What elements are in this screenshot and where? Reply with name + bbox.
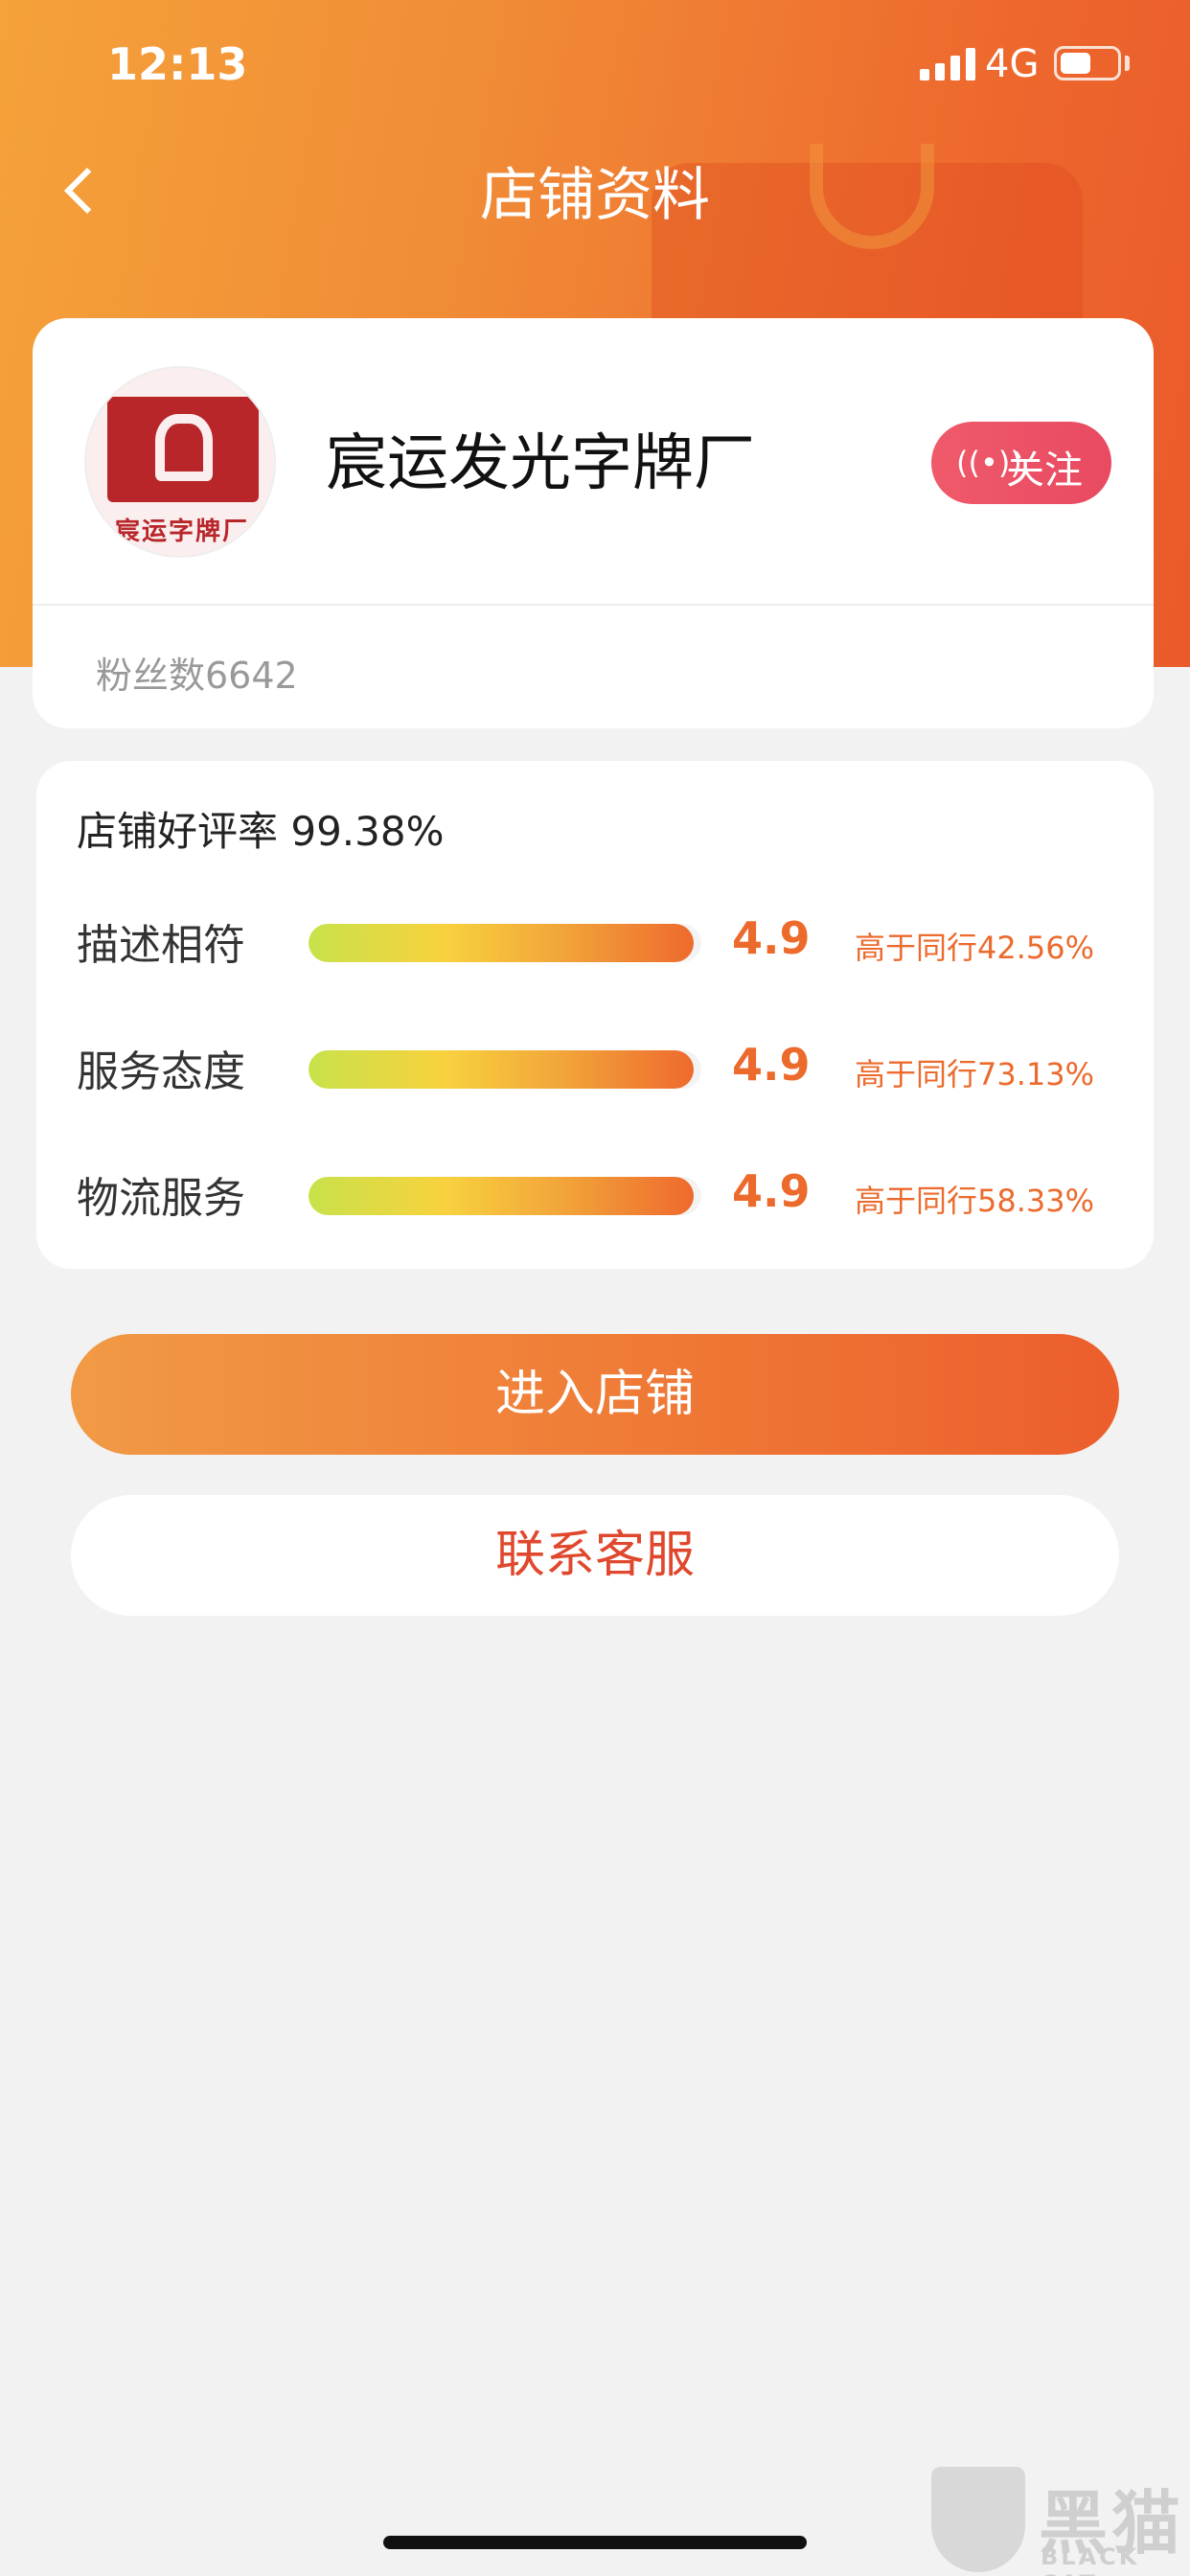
- status-time: 12:13: [107, 38, 248, 90]
- contact-service-button[interactable]: 联系客服: [71, 1495, 1119, 1616]
- rating-bar-track: [309, 924, 701, 962]
- rating-score: 4.9: [732, 1165, 811, 1217]
- rating-bar-fill: [309, 924, 694, 962]
- battery-icon: [1054, 46, 1121, 80]
- rating-bar-fill: [309, 1177, 694, 1215]
- rating-bar-track: [309, 1050, 701, 1089]
- follow-button[interactable]: ((•)) 关注: [931, 422, 1111, 504]
- black-cat-logo-icon: [931, 2467, 1025, 2572]
- store-avatar[interactable]: 宸运字牌厂: [84, 366, 276, 558]
- battery-tip: [1125, 56, 1130, 71]
- live-broadcast-icon: ((•)): [956, 445, 1022, 481]
- home-indicator[interactable]: [383, 2536, 807, 2549]
- rating-label: 服务态度: [77, 1047, 245, 1096]
- signal-strength-icon: [920, 48, 975, 80]
- rating-compare: 高于同行58.33%: [855, 1183, 1095, 1219]
- store-rating-card: 店铺好评率 99.38% 描述相符 4.9 高于同行42.56% 服务态度 4.…: [36, 761, 1154, 1269]
- rating-compare: 高于同行42.56%: [855, 930, 1095, 966]
- fans-count: 粉丝数6642: [96, 655, 298, 697]
- network-type: 4G: [985, 42, 1040, 86]
- rating-row-description: 描述相符 4.9 高于同行42.56%: [36, 903, 1154, 979]
- rating-label: 物流服务: [77, 1174, 245, 1223]
- page-title: 店铺资料: [480, 162, 710, 229]
- follow-button-label: 关注: [1006, 448, 1083, 493]
- avatar-glyph: [155, 414, 213, 481]
- rating-score: 4.9: [732, 912, 811, 964]
- rating-row-service: 服务态度 4.9 高于同行73.13%: [36, 1029, 1154, 1106]
- watermark-subtitle: BLACK CAT: [1041, 2543, 1140, 2576]
- rating-bar-track: [309, 1177, 701, 1215]
- enter-store-button[interactable]: 进入店铺: [71, 1334, 1119, 1455]
- rating-label: 描述相符: [77, 921, 245, 970]
- store-name: 宸运发光字牌厂: [326, 428, 755, 499]
- divider: [33, 604, 1154, 606]
- avatar-caption: 宸运字牌厂: [114, 518, 249, 546]
- store-info-card: 宸运字牌厂 宸运发光字牌厂 ((•)) 关注 粉丝数6642: [33, 318, 1154, 728]
- rating-bar-fill: [309, 1050, 694, 1089]
- rating-score: 4.9: [732, 1039, 811, 1091]
- good-rate: 店铺好评率 99.38%: [77, 808, 445, 855]
- avatar-seal-graphic: [107, 397, 259, 502]
- battery-level: [1061, 53, 1090, 74]
- rating-row-logistics: 物流服务 4.9 高于同行58.33%: [36, 1156, 1154, 1232]
- rating-compare: 高于同行73.13%: [855, 1056, 1095, 1092]
